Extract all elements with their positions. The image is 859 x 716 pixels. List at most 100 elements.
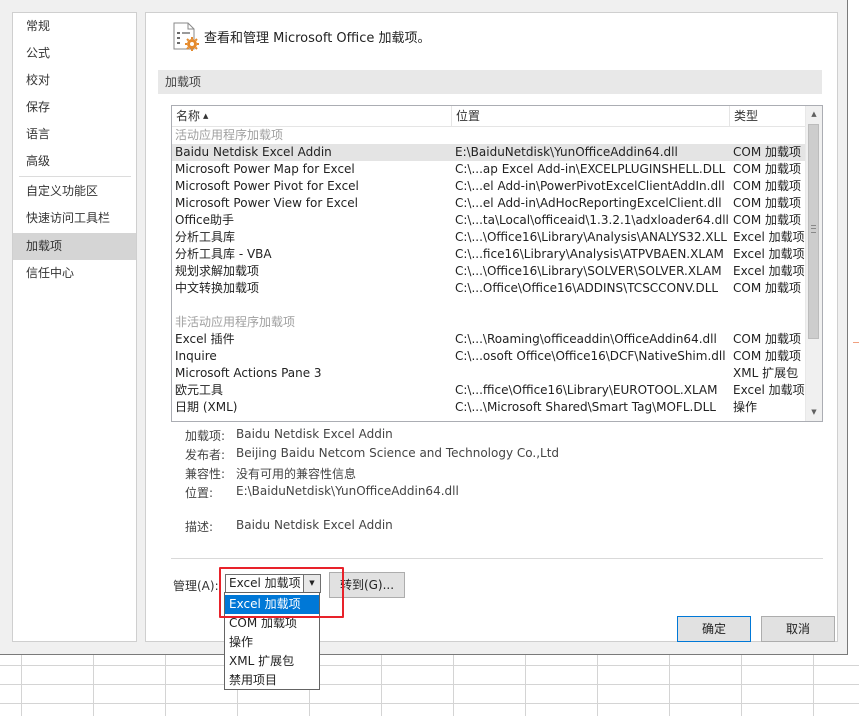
dropdown-option-excel-addins[interactable]: Excel 加载项: [225, 595, 319, 614]
row-name: 日期 (XML): [175, 400, 238, 414]
detail-compat-value: 没有可用的兼容性信息: [236, 467, 357, 481]
table-row[interactable]: Baidu Netdisk Excel Addin E:\BaiduNetdis…: [172, 144, 806, 161]
nav-item-general[interactable]: 常规: [13, 13, 136, 40]
column-header-location[interactable]: 位置: [452, 106, 730, 126]
manage-label: 管理(A):: [173, 579, 219, 593]
nav-item-language[interactable]: 语言: [13, 121, 136, 148]
row-location: C:\...\Office16\Library\Analysis\ANALYS3…: [455, 230, 727, 244]
screen: 常规 公式 校对 保存 语言 高级 自定义功能区 快速访问工具栏 加载项 信任中…: [0, 0, 859, 716]
section-header: 加载项: [158, 70, 822, 94]
detail-compat-label: 兼容性:: [185, 467, 226, 481]
nav-item-label: 自定义功能区: [26, 184, 99, 198]
table-row[interactable]: Microsoft Power Pivot for Excel C:\...el…: [172, 178, 806, 195]
row-location: C:\...el Add-in\PowerPivotExcelClientAdd…: [455, 179, 725, 193]
table-row[interactable]: Microsoft Power Map for Excel C:\...ap E…: [172, 161, 806, 178]
addins-list[interactable]: 名称 ▲ 位置 类型 活动应用程序加载项 Baidu Netdisk Excel …: [171, 105, 823, 422]
row-name: 欧元工具: [175, 383, 224, 397]
row-type: COM 加载项: [733, 213, 801, 227]
row-name: Office助手: [175, 213, 235, 227]
row-location: C:\...fice16\Library\Analysis\ATPVBAEN.X…: [455, 247, 724, 261]
table-row[interactable]: Microsoft Power View for Excel C:\...el …: [172, 195, 806, 212]
row-location: C:\...Office\Office16\ADDINS\TCSCCONV.DL…: [455, 281, 719, 295]
row-location: C:\...ap Excel Add-in\EXCELPLUGINSHELL.D…: [455, 162, 726, 176]
nav-item-quick-access-toolbar[interactable]: 快速访问工具栏: [13, 205, 136, 232]
row-type: Excel 加载项: [733, 230, 805, 244]
table-row[interactable]: 欧元工具 C:\...ffice\Office16\Library\EUROTO…: [172, 382, 806, 399]
column-header-label: 位置: [456, 109, 481, 123]
table-row[interactable]: Microsoft Actions Pane 3 XML 扩展包: [172, 365, 806, 382]
detail-location-value: E:\BaiduNetdisk\YunOfficeAddin64.dll: [236, 484, 459, 498]
table-row[interactable]: 分析工具库 - VBA C:\...fice16\Library\Analysi…: [172, 246, 806, 263]
nav-item-trust-center[interactable]: 信任中心: [13, 260, 136, 287]
nav-item-label: 保存: [26, 100, 51, 114]
list-header: 名称 ▲ 位置 类型: [172, 106, 806, 127]
column-header-type[interactable]: 类型: [730, 106, 806, 126]
table-row[interactable]: Office助手 C:\...ta\Local\officeaid\1.3.2.…: [172, 212, 806, 229]
row-name: 分析工具库 - VBA: [175, 247, 272, 261]
ok-button[interactable]: 确定: [677, 616, 751, 642]
scroll-down-icon[interactable]: ▼: [806, 404, 822, 421]
row-name: Microsoft Power View for Excel: [175, 196, 358, 210]
nav-item-formulas[interactable]: 公式: [13, 40, 136, 67]
detail-publisher-label: 发布者:: [185, 448, 226, 462]
row-type: COM 加载项: [733, 196, 801, 210]
table-row[interactable]: 分析工具库 C:\...\Office16\Library\Analysis\A…: [172, 229, 806, 246]
dropdown-option-com-addins[interactable]: COM 加载项: [225, 614, 319, 633]
section-divider: [171, 558, 823, 559]
grip-icon: [811, 225, 816, 233]
row-type: COM 加载项: [733, 349, 801, 363]
nav-item-label: 高级: [26, 154, 51, 168]
table-row[interactable]: 日期 (XML) C:\...\Microsoft Shared\Smart T…: [172, 399, 806, 416]
row-type: COM 加载项: [733, 162, 801, 176]
goto-button[interactable]: 转到(G)...: [329, 572, 405, 598]
row-type: Excel 加载项: [733, 383, 805, 397]
nav-item-label: 语言: [26, 127, 51, 141]
nav-item-addins[interactable]: 加载项: [13, 233, 136, 260]
window-background-strip: [849, 0, 859, 655]
row-name: 规划求解加载项: [175, 264, 260, 278]
detail-addin-value: Baidu Netdisk Excel Addin: [236, 427, 393, 441]
nav-item-save[interactable]: 保存: [13, 94, 136, 121]
chevron-down-icon[interactable]: ▼: [303, 575, 320, 592]
row-name: 分析工具库: [175, 230, 236, 244]
dropdown-option-actions[interactable]: 操作: [225, 633, 319, 652]
table-row[interactable]: 规划求解加载项 C:\...\Office16\Library\SOLVER\S…: [172, 263, 806, 280]
manage-dropdown-list: Excel 加载项 COM 加载项 操作 XML 扩展包 禁用项目: [224, 592, 320, 690]
row-location: C:\...\Microsoft Shared\Smart Tag\MOFL.D…: [455, 400, 716, 414]
row-location: C:\...ffice\Office16\Library\EUROTOOL.XL…: [455, 383, 718, 397]
dropdown-option-xml-expansion-packs[interactable]: XML 扩展包: [225, 652, 319, 671]
row-type: COM 加载项: [733, 145, 801, 159]
row-name: 中文转换加载项: [175, 281, 260, 295]
table-row[interactable]: Excel 插件 C:\...\Roaming\officeaddin\Offi…: [172, 331, 806, 348]
row-name: Microsoft Actions Pane 3: [175, 366, 322, 380]
addin-gear-icon: [173, 22, 199, 51]
row-type: COM 加载项: [733, 332, 801, 346]
cancel-button[interactable]: 取消: [761, 616, 835, 642]
dropdown-option-disabled-items[interactable]: 禁用项目: [225, 671, 319, 690]
group-header-inactive: 非活动应用程序加载项: [172, 314, 806, 331]
column-header-name[interactable]: 名称 ▲: [172, 106, 452, 126]
sort-ascending-icon: ▲: [203, 112, 209, 120]
nav-item-label: 快速访问工具栏: [26, 211, 111, 225]
row-type: COM 加载项: [733, 179, 801, 193]
row-name: Excel 插件: [175, 332, 235, 346]
list-scrollbar[interactable]: ▲ ▼: [805, 106, 822, 421]
excel-options-dialog: 常规 公式 校对 保存 语言 高级 自定义功能区 快速访问工具栏 加载项 信任中…: [0, 0, 848, 655]
spreadsheet-grid-background: [0, 655, 859, 716]
group-label: 非活动应用程序加载项: [175, 315, 296, 329]
row-location: C:\...osoft Office\Office16\DCF\NativeSh…: [455, 349, 726, 363]
nav-item-advanced[interactable]: 高级: [13, 148, 136, 175]
table-row[interactable]: Inquire C:\...osoft Office\Office16\DCF\…: [172, 348, 806, 365]
nav-item-customize-ribbon[interactable]: 自定义功能区: [13, 178, 136, 205]
nav-item-proofing[interactable]: 校对: [13, 67, 136, 94]
nav-item-label: 公式: [26, 46, 51, 60]
row-location: C:\...\Roaming\officeaddin\OfficeAddin64…: [455, 332, 717, 346]
detail-addin-label: 加载项:: [185, 429, 226, 443]
manage-select[interactable]: Excel 加载项 ▼: [225, 574, 321, 593]
table-row[interactable]: 中文转换加载项 C:\...Office\Office16\ADDINS\TCS…: [172, 280, 806, 297]
page-title: 查看和管理 Microsoft Office 加载项。: [204, 31, 431, 46]
scrollbar-thumb[interactable]: [808, 124, 819, 339]
scroll-up-icon[interactable]: ▲: [806, 106, 822, 123]
nav-item-label: 常规: [26, 19, 51, 33]
row-location: C:\...\Office16\Library\SOLVER\SOLVER.XL…: [455, 264, 722, 278]
